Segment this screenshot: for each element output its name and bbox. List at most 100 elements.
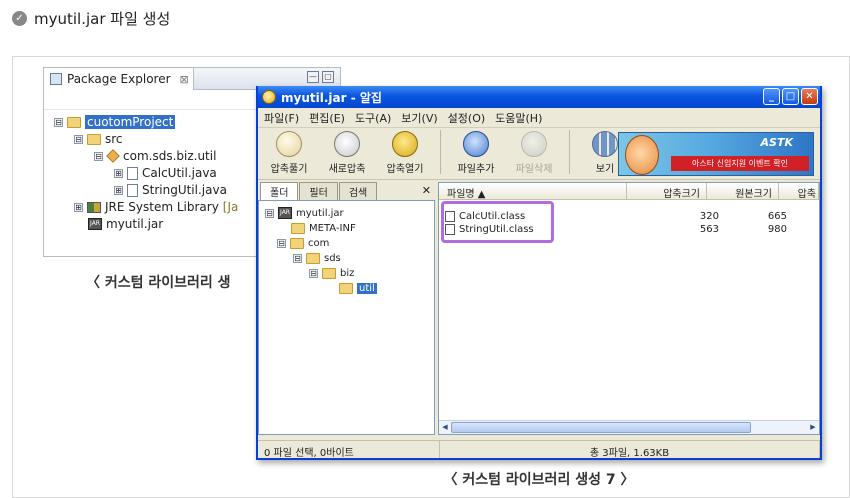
expand-icon[interactable]: ⊞ — [114, 168, 123, 178]
project-icon — [67, 116, 81, 128]
maximize-icon[interactable]: ▢ — [322, 71, 334, 83]
tree-item-suffix: [Ja — [222, 200, 239, 214]
tree-item-jar[interactable]: JAR myutil.jar — [88, 216, 163, 232]
collapse-icon[interactable]: ⊟ — [265, 208, 274, 218]
add-file-button[interactable]: 파일추가 — [449, 131, 503, 175]
alzip-window: myutil.jar - 알집 _ □ ✕ 파일(F) 편집(E) 도구(A) … — [256, 86, 822, 460]
menu-settings[interactable]: 설정(O) — [448, 110, 485, 126]
pe-window-buttons: — ▢ — [307, 71, 334, 83]
folder-tree-item[interactable]: ⊟ biz — [309, 265, 354, 281]
col-rate[interactable]: 압축 — [779, 183, 819, 200]
menubar: 파일(F) 편집(E) 도구(A) 보기(V) 설정(O) 도움말(H) — [258, 108, 820, 128]
file-name: StringUtil.class — [459, 223, 534, 235]
jar-icon: JAR — [278, 207, 292, 219]
tree-item-package[interactable]: ⊟ com.sds.biz.util — [94, 148, 216, 164]
java-file-icon — [127, 183, 138, 197]
collapse-icon[interactable]: ⊟ — [277, 238, 286, 248]
open-archive-label: 압축열기 — [386, 164, 424, 175]
sort-asc-icon: ▲ — [477, 189, 486, 200]
menu-view[interactable]: 보기(V) — [401, 110, 437, 126]
title-buttons: _ □ ✕ — [763, 88, 818, 105]
folder-pane: 폴더 필터 검색 ✕ ⊟ JAR myutil.jar META-INF ⊟ c… — [258, 182, 438, 435]
duck-yellow-icon — [392, 131, 418, 157]
menu-file[interactable]: 파일(F) — [264, 110, 299, 126]
heading-text: myutil.jar 파일 생성 — [34, 10, 171, 28]
new-archive-button[interactable]: 새로압축 — [320, 131, 374, 175]
expand-icon[interactable]: ⊞ — [74, 202, 83, 212]
banner-brand: ASTK — [760, 136, 793, 149]
file-compressed: 563 — [699, 223, 719, 235]
source-folder-icon — [87, 133, 101, 145]
statusbar: 0 파일 선택, 0바이트 총 3파일, 1.63KB — [258, 440, 820, 459]
status-total: 총 3파일, 1.63KB — [440, 441, 820, 459]
alzip-titlebar[interactable]: myutil.jar - 알집 _ □ ✕ — [258, 86, 820, 108]
folder-tree-label: biz — [340, 267, 355, 279]
col-compressed-size[interactable]: 압축크기 — [627, 183, 707, 200]
tree-item-calcutil[interactable]: ⊞ CalcUtil.java — [114, 165, 217, 181]
folder-tree-item[interactable]: ⊟ sds — [293, 250, 341, 266]
scroll-right-icon[interactable]: ▶ — [807, 421, 819, 434]
tree-item-label: com.sds.biz.util — [123, 149, 217, 163]
folder-tree-item[interactable]: ⊟ com — [277, 235, 329, 251]
collapse-icon[interactable]: ⊟ — [74, 134, 83, 144]
folder-tree-item[interactable]: ⊟ JAR myutil.jar — [265, 205, 344, 221]
add-file-icon — [463, 131, 489, 157]
minimize-icon[interactable]: — — [307, 71, 319, 83]
tree-item-src[interactable]: ⊟ src — [74, 131, 123, 147]
folder-tree-item[interactable]: util — [339, 280, 377, 296]
minimize-icon[interactable]: _ — [763, 88, 780, 105]
maximize-icon[interactable]: □ — [782, 88, 799, 105]
folder-tree: ⊟ JAR myutil.jar META-INF ⊟ com ⊟ sds ⊟ … — [258, 200, 435, 435]
delete-file-button[interactable]: 파일삭제 — [507, 131, 561, 175]
tree-item-project[interactable]: ⊟ cuotomProject — [54, 114, 176, 130]
folder-icon — [306, 252, 320, 264]
folder-tree-label: META-INF — [309, 222, 356, 234]
alzip-app-icon — [262, 90, 276, 104]
expand-icon[interactable]: ⊞ — [114, 185, 123, 195]
file-list: 파일명 ▲ 압축크기 원본크기 압축 CalcUtil.class 320 66… — [438, 182, 820, 435]
folder-icon — [322, 267, 336, 279]
class-file-icon — [445, 223, 455, 235]
package-explorer-icon — [50, 73, 62, 85]
collapse-icon[interactable]: ⊟ — [54, 117, 63, 127]
menu-tools[interactable]: 도구(A) — [355, 110, 391, 126]
file-row[interactable]: StringUtil.class 563 980 4 — [445, 222, 819, 236]
tree-item-stringutil[interactable]: ⊞ StringUtil.java — [114, 182, 227, 198]
close-icon[interactable]: ✕ — [422, 184, 431, 197]
scrollbar-thumb[interactable] — [451, 422, 751, 433]
file-compressed: 320 — [699, 210, 719, 222]
scroll-left-icon[interactable]: ◀ — [439, 421, 451, 434]
open-archive-button[interactable]: 압축열기 — [378, 131, 432, 175]
col-filename[interactable]: 파일명 ▲ — [439, 183, 627, 200]
tab-search[interactable]: 검색 — [338, 182, 378, 200]
delete-file-label: 파일삭제 — [515, 164, 553, 175]
folder-icon — [291, 222, 305, 234]
close-icon[interactable]: ⊠ — [180, 73, 189, 86]
pe-tab-label: Package Explorer — [67, 72, 171, 86]
collapse-icon[interactable]: ⊟ — [309, 268, 318, 278]
delete-file-icon — [521, 131, 547, 157]
egg-icon — [276, 131, 302, 157]
tab-filter[interactable]: 필터 — [299, 182, 338, 200]
tree-item-jre[interactable]: ⊞ JRE System Library [Ja — [74, 199, 238, 215]
view-label: 보기 — [595, 164, 615, 175]
close-icon[interactable]: ✕ — [801, 88, 818, 105]
extract-button[interactable]: 압축풀기 — [262, 131, 316, 175]
folder-pane-tabs: 폴더 필터 검색 ✕ — [258, 182, 435, 200]
collapse-icon[interactable]: ⊟ — [94, 151, 103, 161]
collapse-icon[interactable]: ⊟ — [293, 253, 302, 263]
menu-help[interactable]: 도움말(H) — [495, 110, 542, 126]
col-original-size[interactable]: 원본크기 — [707, 183, 779, 200]
library-icon — [87, 201, 101, 213]
file-row[interactable]: CalcUtil.class 320 665 5 — [445, 209, 819, 223]
menu-edit[interactable]: 편집(E) — [309, 110, 345, 126]
ad-banner[interactable]: ASTK 아스타 신입지원 이벤트 확인 — [618, 132, 814, 176]
toolbar-separator — [569, 129, 570, 174]
pe-tab[interactable]: Package Explorer ⊠ — [44, 68, 194, 90]
duck-white-icon — [334, 131, 360, 157]
tab-folder[interactable]: 폴더 — [260, 182, 299, 200]
folder-tree-label: myutil.jar — [296, 207, 344, 219]
folder-tree-item[interactable]: META-INF — [291, 220, 356, 236]
folder-tree-label: sds — [324, 252, 341, 264]
horizontal-scrollbar[interactable]: ◀ ▶ — [439, 420, 819, 434]
